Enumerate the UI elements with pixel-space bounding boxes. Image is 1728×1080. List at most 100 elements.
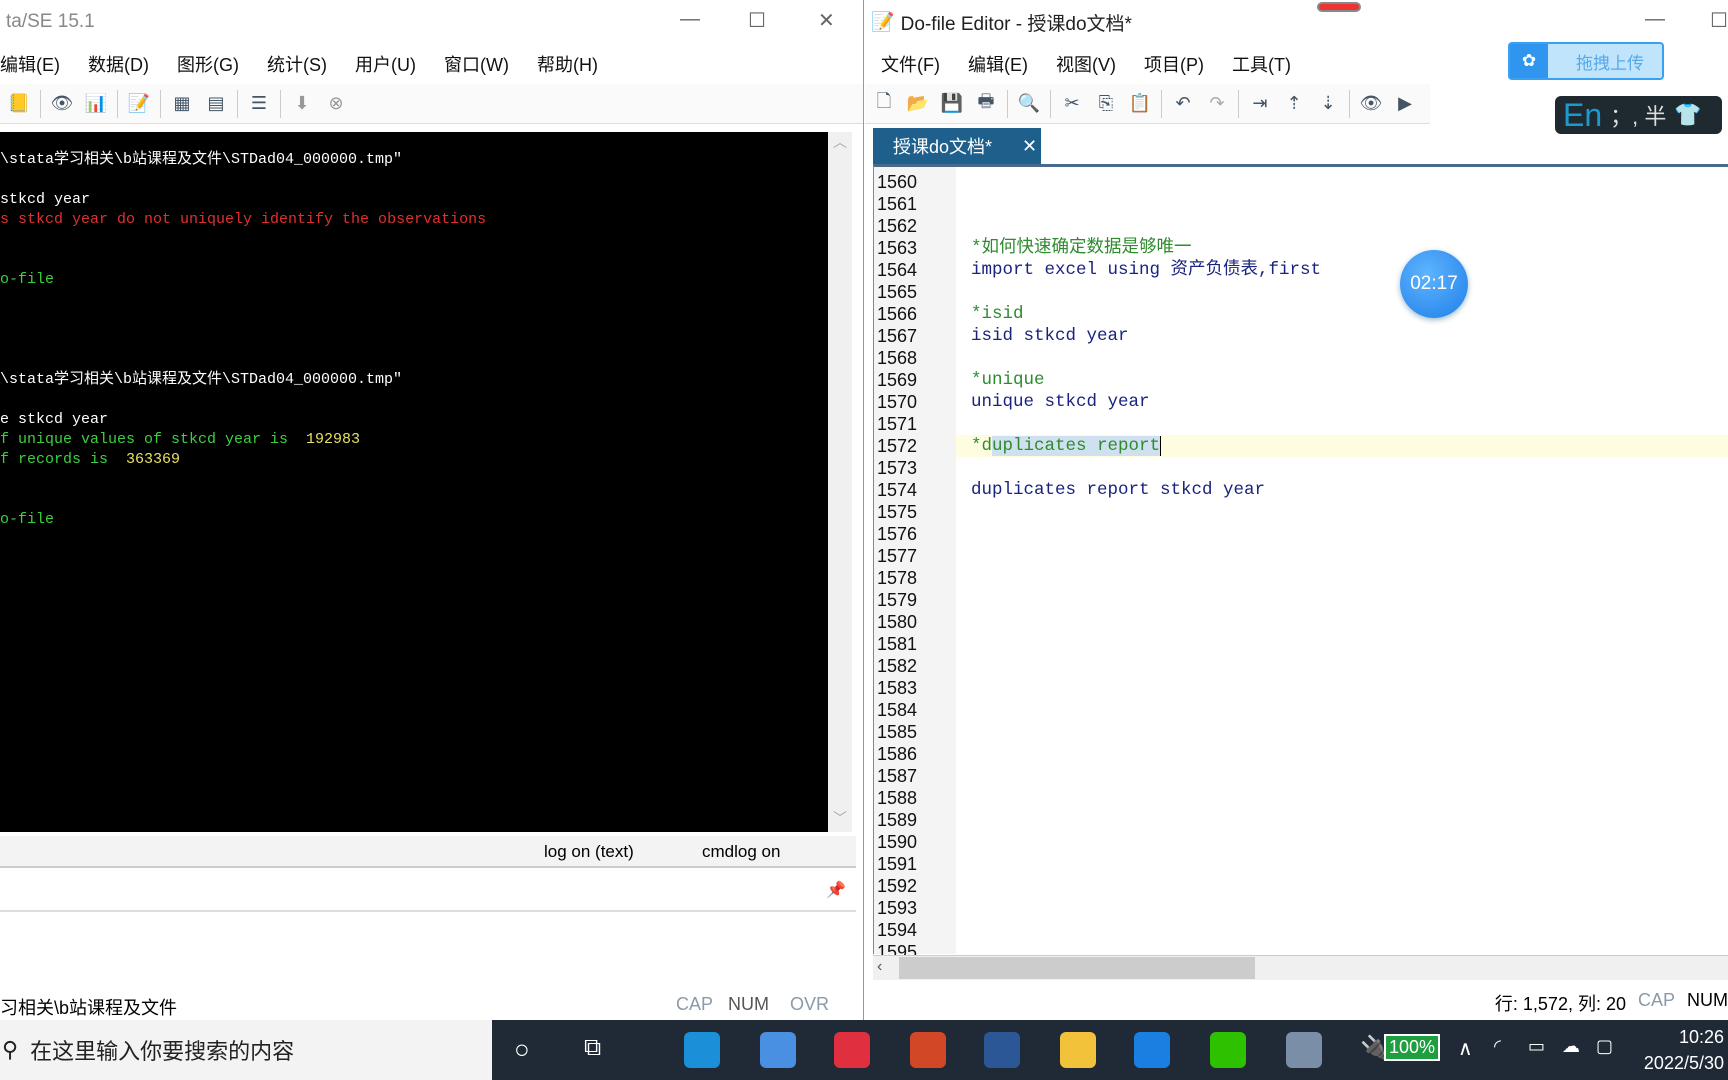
undo-icon[interactable]: ↶ [1170,91,1196,117]
code-line[interactable] [956,677,1728,699]
powerpoint-icon[interactable] [910,1032,946,1068]
code-line[interactable] [956,721,1728,743]
menu-item[interactable]: 图形(G) [177,51,239,77]
code-line[interactable] [956,171,1728,193]
taskbar-search[interactable]: ⚲ 在这里输入你要搜索的内容 [0,1020,492,1080]
viewer-icon[interactable]: 👁 [49,91,75,117]
execute-icon[interactable]: ▶ [1392,91,1418,117]
chevron-up-icon[interactable]: ∧ [1458,1036,1473,1061]
menu-item[interactable]: 窗口(W) [444,51,509,77]
code-line[interactable]: unique stkcd year [956,391,1728,413]
cortana-icon[interactable]: ○ [514,1034,530,1065]
move-up-icon[interactable]: ⇡ [1281,91,1307,117]
preview-icon[interactable]: 👁 [1358,91,1384,117]
code-line[interactable] [956,523,1728,545]
code-line[interactable] [956,567,1728,589]
file-explorer-icon[interactable] [1060,1032,1096,1068]
code-line[interactable] [956,875,1728,897]
maximize-button[interactable]: ☐ [1710,8,1728,33]
notification-icon[interactable]: ▢ [1596,1036,1613,1057]
menu-item[interactable]: 文件(F) [881,51,940,77]
code-line[interactable] [956,897,1728,919]
redo-icon[interactable]: ↷ [1204,91,1230,117]
menu-item[interactable]: 工具(T) [1232,51,1291,77]
app-icon[interactable] [760,1032,796,1068]
menu-item[interactable]: 项目(P) [1144,51,1204,77]
do-editor-icon[interactable]: 📝 [126,91,152,117]
print-icon[interactable]: 🖶 [973,91,999,117]
code-line[interactable]: duplicates report stkcd year [956,479,1728,501]
word-icon[interactable] [984,1032,1020,1068]
menu-item[interactable]: 用户(U) [355,51,416,77]
code-line[interactable] [956,347,1728,369]
code-line[interactable] [956,545,1728,567]
upload-button[interactable]: ✿ 拖拽上传 [1508,42,1664,80]
code-line[interactable]: *duplicates report [956,435,1728,457]
code-line[interactable] [956,743,1728,765]
pin-icon[interactable]: 📌 [826,880,846,900]
code-line[interactable] [956,589,1728,611]
break-icon[interactable]: ⊗ [323,91,349,117]
code-line[interactable]: isid stkcd year [956,325,1728,347]
battery-indicator[interactable]: 100% [1384,1034,1441,1061]
menu-item[interactable]: 统计(S) [267,51,327,77]
code-line[interactable] [956,809,1728,831]
command-input[interactable] [0,914,856,986]
graph-icon[interactable]: 📊 [83,91,109,117]
code-line[interactable] [956,215,1728,237]
wifi-icon[interactable]: ◜ [1494,1036,1501,1057]
menu-item[interactable]: 编辑(E) [968,51,1028,77]
data-editor-icon[interactable]: ▦ [169,91,195,117]
code-line[interactable] [956,193,1728,215]
scroll-thumb[interactable] [899,957,1255,979]
cut-icon[interactable]: ✂ [1059,91,1085,117]
menu-item[interactable]: 编辑(E) [0,51,60,77]
code-line[interactable]: *如何快速确定数据是够唯一 [956,237,1728,259]
variables-manager-icon[interactable]: ☰ [246,91,272,117]
code-line[interactable] [956,501,1728,523]
code-line[interactable] [956,413,1728,435]
code-line[interactable] [956,655,1728,677]
data-browser-icon[interactable]: ▤ [203,91,229,117]
code-editor[interactable]: 1560 1561 1562 1563 1564 1565 1566 1567 1568 1569… [873,164,1728,962]
code-line[interactable] [956,281,1728,303]
cloud-icon[interactable]: ☁ [1562,1036,1580,1057]
find-icon[interactable]: 🔍 [1016,91,1042,117]
more-icon[interactable]: ⬇ [289,91,315,117]
code-line[interactable] [956,919,1728,941]
code-line[interactable]: *unique [956,369,1728,391]
minimize-button[interactable]: — [1645,8,1665,31]
wechat-icon[interactable] [1210,1032,1246,1068]
task-view-icon[interactable]: ⧉ [584,1034,601,1062]
edge-icon[interactable] [684,1032,720,1068]
tab-do-file[interactable]: 授课do文档* ✕ [873,128,1041,164]
open-folder-icon[interactable]: 📂 [905,91,931,117]
paste-icon[interactable]: 📋 [1127,91,1153,117]
code-line[interactable] [956,633,1728,655]
results-scrollbar[interactable]: ︿ ﹀ [828,132,852,832]
code-line[interactable] [956,457,1728,479]
menu-item[interactable]: 视图(V) [1056,51,1116,77]
log-icon[interactable]: 📒 [6,91,32,117]
maximize-button[interactable]: ☐ [748,8,766,33]
save-icon[interactable]: 💾 [939,91,965,117]
stata-icon[interactable] [1286,1032,1322,1068]
pdf-icon[interactable] [834,1032,870,1068]
indent-icon[interactable]: ⇥ [1247,91,1273,117]
close-button[interactable]: ✕ [818,8,835,33]
copy-icon[interactable]: ⎘ [1093,91,1119,117]
ime-toolbar[interactable]: En ；, 半 👕 [1555,96,1722,134]
minimize-button[interactable]: — [680,8,700,31]
code-line[interactable] [956,611,1728,633]
code-line[interactable]: import excel using 资产负债表,first [956,259,1728,281]
new-file-icon[interactable]: 🗋 [871,91,897,117]
clock[interactable]: 10:26 2022/5/30 [1644,1024,1724,1076]
code-line[interactable] [956,831,1728,853]
horizontal-scrollbar[interactable]: ‹ [873,955,1728,980]
code-line[interactable] [956,699,1728,721]
battery-icon[interactable]: ▭ [1528,1036,1545,1057]
code-line[interactable] [956,787,1728,809]
code-line[interactable] [956,765,1728,787]
menu-item[interactable]: 帮助(H) [537,51,598,77]
code-line[interactable]: *isid [956,303,1728,325]
